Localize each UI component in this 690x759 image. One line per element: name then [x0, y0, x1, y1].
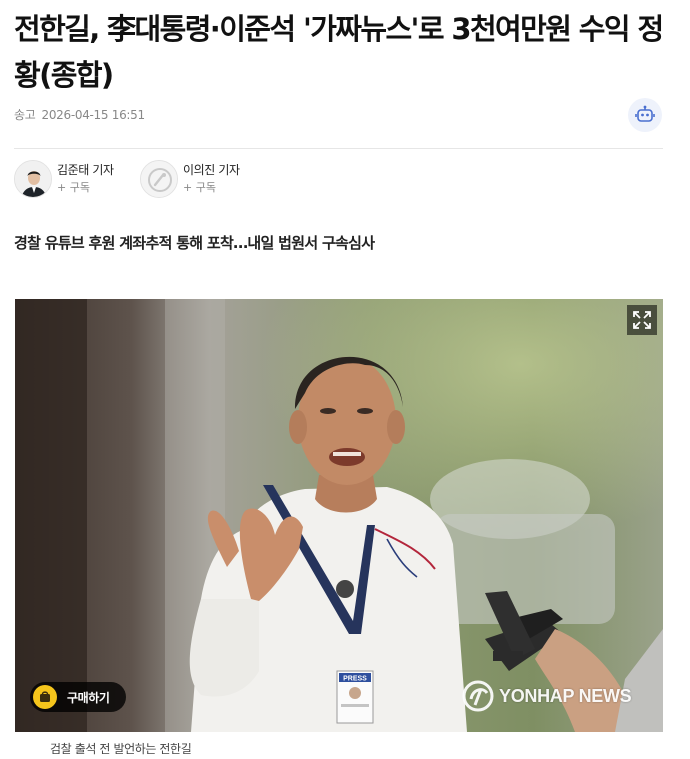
yonhap-buy-icon [33, 685, 57, 709]
article-photo[interactable]: PRESS 구매하기 YONHAP NEWS [15, 299, 663, 732]
header-divider [14, 148, 663, 149]
expand-icon [633, 311, 651, 329]
expand-photo-button[interactable] [627, 305, 657, 335]
article-headline: 전한길, 李대통령·이준석 '가짜뉴스'로 3천여만원 수익 정황(종합) [14, 12, 664, 92]
reporter-name[interactable]: 김준태 기자 [57, 161, 114, 179]
article-meta: 송고 2026-04-15 16:51 [14, 106, 145, 123]
yonhap-logo-icon [462, 680, 494, 712]
article-timestamp: 2026-04-15 16:51 [41, 108, 145, 122]
robot-icon [635, 105, 655, 122]
reporter-card: 이의진 기자 + 구독 [140, 160, 240, 198]
reporter-avatar[interactable] [140, 160, 178, 198]
watermark-text: YONHAP NEWS [499, 685, 632, 706]
ai-summary-button[interactable] [628, 98, 662, 132]
news-photo-image: PRESS [15, 299, 663, 732]
reporter-card: 김준태 기자 + 구독 [14, 160, 114, 198]
buy-photo-label: 구매하기 [67, 690, 110, 705]
yonhap-watermark: YONHAP NEWS [461, 679, 632, 713]
subscribe-button[interactable]: + 구독 [183, 179, 240, 197]
buy-photo-button[interactable]: 구매하기 [30, 682, 126, 712]
article-subtitle: 경찰 유튜브 후원 계좌추적 통해 포착…내일 법원서 구속심사 [14, 234, 375, 252]
sent-label: 송고 [14, 108, 36, 122]
press-badge-text: PRESS [343, 676, 367, 683]
reporter-avatar[interactable] [14, 160, 52, 198]
reporter-name[interactable]: 이의진 기자 [183, 161, 240, 179]
subscribe-button[interactable]: + 구독 [57, 179, 114, 197]
photo-caption: 검찰 출석 전 발언하는 전한길 [50, 742, 192, 756]
